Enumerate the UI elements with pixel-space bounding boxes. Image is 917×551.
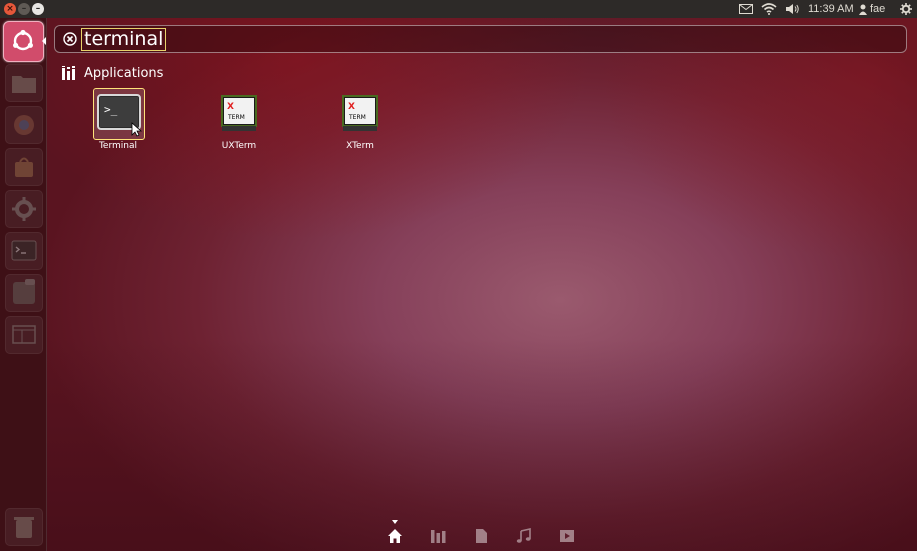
svg-text:X: X	[227, 102, 234, 112]
lens-files-button[interactable]	[473, 528, 489, 544]
applications-icon	[431, 530, 446, 543]
result-label: XTerm	[346, 141, 374, 151]
category-label: Applications	[84, 65, 164, 81]
result-icon-frame: X TERM	[214, 88, 266, 140]
user-icon	[859, 4, 867, 15]
dash-home-button[interactable]	[3, 21, 44, 62]
launcher-trash-button[interactable]	[5, 508, 43, 546]
minimize-window-button[interactable]: –	[18, 3, 30, 15]
xterm-icon: X TERM	[342, 95, 378, 131]
launcher-terminal-button[interactable]	[5, 232, 43, 270]
file-icon	[476, 529, 487, 543]
launcher-files-button[interactable]	[5, 64, 43, 102]
applications-lens-icon	[62, 66, 75, 80]
result-label: UXTerm	[221, 141, 257, 151]
wifi-icon[interactable]	[761, 0, 777, 18]
window-icon	[12, 325, 36, 344]
result-uxterm[interactable]: X TERM UXTerm	[184, 88, 294, 158]
shopping-bag-icon	[15, 157, 33, 177]
lens-bar	[374, 520, 594, 551]
result-icon-frame: >_	[93, 88, 145, 140]
home-icon	[388, 529, 402, 543]
launcher-active-indicator	[42, 37, 46, 45]
ubuntu-logo-icon	[13, 29, 33, 51]
result-icon-frame: X TERM	[335, 88, 387, 140]
clock[interactable]: 11:39 AM	[808, 0, 854, 18]
launcher-firefox-button[interactable]	[5, 106, 43, 144]
mail-icon[interactable]	[739, 0, 753, 18]
terminal-icon	[11, 240, 37, 261]
user-menu[interactable]: fae	[859, 0, 885, 18]
active-lens-indicator	[392, 520, 398, 524]
lens-video-button[interactable]	[559, 528, 575, 544]
lens-home-button[interactable]	[387, 528, 403, 544]
result-xterm[interactable]: X TERM XTerm	[305, 88, 415, 158]
svg-text:>_: >_	[104, 103, 118, 116]
sound-icon[interactable]	[785, 0, 800, 18]
search-input[interactable]: terminal	[81, 28, 167, 51]
maximize-window-button[interactable]: –	[32, 3, 44, 15]
svg-text:TERM: TERM	[227, 114, 245, 121]
launcher-software-center-button[interactable]	[5, 148, 43, 186]
launcher-workspace-switcher-button[interactable]	[5, 274, 43, 312]
terminal-icon: >_	[97, 94, 143, 137]
wallpaper-shade	[46, 18, 917, 551]
lens-music-button[interactable]	[516, 528, 532, 544]
launcher-settings-button[interactable]	[5, 190, 43, 228]
category-header-applications: Applications	[62, 64, 163, 82]
workspace-icon	[13, 279, 35, 304]
video-icon	[560, 530, 574, 542]
top-panel: × – – 11:39 AM fae	[0, 0, 917, 18]
dash-search-bar: terminal	[54, 25, 907, 53]
settings-gear-icon	[12, 197, 36, 221]
clear-search-icon[interactable]	[63, 32, 77, 46]
trash-icon	[14, 517, 34, 538]
svg-text:X: X	[348, 102, 355, 112]
wallpaper-glow	[46, 18, 917, 551]
gear-icon[interactable]	[900, 0, 912, 18]
user-name: fae	[870, 3, 886, 15]
folder-icon	[12, 76, 36, 93]
xterm-icon: X TERM	[221, 95, 257, 131]
close-window-button[interactable]: ×	[4, 3, 16, 15]
result-terminal[interactable]: >_ Terminal	[63, 88, 173, 158]
lens-applications-button[interactable]	[430, 528, 446, 544]
music-note-icon	[516, 528, 531, 543]
launcher-screen-viewer-button[interactable]	[5, 316, 43, 354]
result-label: Terminal	[98, 141, 138, 151]
wallpaper-glow-right	[46, 18, 917, 551]
firefox-icon	[14, 115, 34, 135]
svg-text:TERM: TERM	[348, 114, 366, 121]
